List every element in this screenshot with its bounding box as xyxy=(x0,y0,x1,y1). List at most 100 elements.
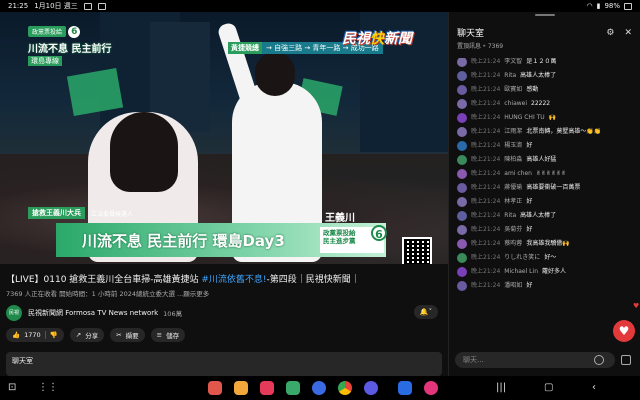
chat-message[interactable]: 晚上21:24 蔡昀蓉 我高雄我驕傲🙌 xyxy=(449,239,640,249)
chat-avatar[interactable] xyxy=(457,183,467,193)
chat-avatar[interactable] xyxy=(457,141,467,151)
chat-replay-box[interactable]: 聊天室 xyxy=(6,352,442,376)
app-drawer-icon[interactable]: ⋮⋮ xyxy=(38,382,58,393)
chat-author[interactable]: chiawei xyxy=(504,100,527,108)
app-icon-folder[interactable] xyxy=(234,381,248,395)
signal-icon: ▮ xyxy=(596,2,601,10)
chat-author[interactable]: 歐寶如 xyxy=(504,86,522,94)
chat-avatar[interactable] xyxy=(457,281,467,291)
app-icon-camera[interactable] xyxy=(260,381,274,395)
chat-subtitle[interactable]: 置頂訊息 ⁍ 7369 xyxy=(457,41,503,50)
live-chat-panel: 聊天室 置頂訊息 ⁍ 7369 ⚙ ✕ 晚上21:24 李文智 是１２０萬 晚上21:… xyxy=(448,12,640,376)
chat-avatar[interactable] xyxy=(457,211,467,221)
recents-icon[interactable]: ||| xyxy=(496,382,506,393)
emoji-icon[interactable] xyxy=(594,355,604,365)
chat-message[interactable]: 晚上21:24 陳柏淼 高雄人好猛 xyxy=(449,155,640,165)
chat-text: 高雄要衝破一百萬票 xyxy=(526,184,581,191)
super-chat-icon[interactable] xyxy=(621,355,631,365)
chat-author[interactable]: 蔡昀蓉 xyxy=(504,240,522,248)
chat-avatar[interactable] xyxy=(457,225,467,235)
chat-text: 🙌 xyxy=(548,114,557,121)
chat-avatar[interactable] xyxy=(457,253,467,263)
chat-author[interactable]: 李文智 xyxy=(504,58,522,66)
chat-message[interactable]: 晚上21:24 江雨潔 北票南轉，莫墅高雄～👏👏 xyxy=(449,127,640,137)
chat-author[interactable]: HUNG CHI TU xyxy=(504,114,544,122)
channel-avatar[interactable]: 民視 xyxy=(6,305,22,321)
chat-avatar[interactable] xyxy=(457,113,467,123)
chat-avatar[interactable] xyxy=(457,155,467,165)
chat-message-list[interactable]: 晚上21:24 李文智 是１２０萬 晚上21:24 Rita 高雄人太棒了 晚上21:24 歐… xyxy=(449,58,640,340)
chat-text: 北票南轉，莫墅高雄～👏👏 xyxy=(526,128,602,135)
chat-message[interactable]: 晚上21:24 Rita 高雄人太棒了 xyxy=(449,71,640,81)
chat-avatar[interactable] xyxy=(457,169,467,179)
app-icon-browser[interactable] xyxy=(364,381,378,395)
screenshot-icon[interactable]: ⊡ xyxy=(8,382,16,393)
youtube-notification-icon xyxy=(97,2,106,10)
chat-avatar[interactable] xyxy=(457,197,467,207)
chat-author[interactable]: 楊玉濟 xyxy=(504,142,522,150)
app-icon-dropbox[interactable] xyxy=(398,381,412,395)
thumbs-down-icon[interactable]: 👎 xyxy=(50,331,58,339)
lt-chip: 搶救王義川大兵 xyxy=(28,207,85,219)
chat-avatar[interactable] xyxy=(457,267,467,277)
chat-author[interactable]: ami chen xyxy=(504,170,532,178)
back-icon[interactable]: ‹ xyxy=(592,382,596,393)
video-title[interactable]: 【LIVE】0110 搶救王義川全台車掃-高雄黃捷站 #川流依舊不息!-第四段｜… xyxy=(6,272,442,285)
chat-message[interactable]: 晚上21:24 李文智 是１２０萬 xyxy=(449,58,640,67)
chat-avatar[interactable] xyxy=(457,58,467,67)
chat-author[interactable]: 陳柏淼 xyxy=(504,156,522,164)
chat-message[interactable]: 晚上21:24 ami chen ✌✌✌✌✌✌ xyxy=(449,169,640,179)
chat-avatar[interactable] xyxy=(457,127,467,137)
chat-message[interactable]: 晚上21:24 りしれき笑に 好～ xyxy=(449,253,640,263)
chat-author[interactable]: Michael Lin xyxy=(504,268,538,276)
chrome-icon[interactable] xyxy=(338,381,352,395)
chat-author[interactable]: 吳菊芬 xyxy=(504,226,522,234)
logo-number: 6 xyxy=(68,26,81,38)
title-text: 【LIVE】0110 搶救王義川全台車掃-高雄黃捷站 xyxy=(6,275,202,285)
chat-avatar[interactable] xyxy=(457,85,467,95)
chat-author[interactable]: 潘昭如 xyxy=(504,282,522,290)
clip-icon: ✂ xyxy=(116,331,122,339)
chat-author[interactable]: Rita xyxy=(504,212,516,220)
chat-author[interactable]: Rita xyxy=(504,72,516,80)
chat-avatar[interactable] xyxy=(457,239,467,249)
chat-message[interactable]: 晚上21:24 chiawei 22222 xyxy=(449,99,640,109)
clip-button[interactable]: ✂ 擷要 xyxy=(110,328,145,342)
save-button[interactable]: ≡ 儲存 xyxy=(150,328,186,342)
heart-reaction-button[interactable]: ♥ xyxy=(613,320,635,342)
app-icon-calendar[interactable] xyxy=(286,381,300,395)
like-dislike-button[interactable]: 👍 1770 👎 xyxy=(6,328,64,342)
chat-message[interactable]: 晚上21:24 Michael Lin 蘿好多人 xyxy=(449,267,640,277)
chat-message[interactable]: 晚上21:24 歐寶如 感動 xyxy=(449,85,640,95)
video-meta[interactable]: 7369 人正在收看 開始時間：1 小時前 2024總統立委大選 ...顯示更多 xyxy=(6,288,209,298)
lt-party-number: 6 xyxy=(371,225,387,241)
chat-message[interactable]: 晚上21:24 吳菊芬好 xyxy=(449,225,640,235)
chat-message[interactable]: 晚上21:24 楊玉濟好 xyxy=(449,141,640,151)
chat-settings-icon[interactable]: ⚙ xyxy=(606,28,614,38)
notification-bell-button[interactable]: 🔔˅ xyxy=(414,305,438,319)
chat-message[interactable]: 晚上21:24 HUNG CHI TU 🙌 xyxy=(449,113,640,123)
chat-text: 高雄人好猛 xyxy=(526,156,557,163)
chat-author[interactable]: りしれき笑に xyxy=(504,254,540,262)
channel-name[interactable]: 民視新聞網 Formosa TV News network xyxy=(28,308,158,318)
chat-message[interactable]: 晚上21:24 Rita 高雄人太棒了 xyxy=(449,211,640,221)
chat-message[interactable]: 晚上21:24 潘昭如好 xyxy=(449,281,640,291)
drag-handle[interactable] xyxy=(535,14,555,16)
close-icon[interactable]: ✕ xyxy=(624,28,632,38)
video-player[interactable]: 政黨票投給 6 川流不息 民主前行 環島專線 黃捷競總 → 自強三路 → 青年一… xyxy=(0,12,448,264)
chat-message[interactable]: 晚上21:24 蔣優瑜 高雄要衝破一百萬票 xyxy=(449,183,640,193)
chat-avatar[interactable] xyxy=(457,71,467,81)
chat-author[interactable]: 蔣優瑜 xyxy=(504,184,522,192)
app-icon-messages[interactable] xyxy=(312,381,326,395)
chat-message[interactable]: 晚上21:24 林孝正好 xyxy=(449,197,640,207)
share-button[interactable]: ↗ 分享 xyxy=(69,328,105,342)
chat-author[interactable]: 林孝正 xyxy=(504,198,522,206)
chat-author[interactable]: 江雨潔 xyxy=(504,128,522,136)
home-icon[interactable]: ▢ xyxy=(544,382,553,393)
app-icon-flower[interactable] xyxy=(424,381,438,395)
save-icon: ≡ xyxy=(156,331,163,339)
app-icon-red[interactable] xyxy=(208,381,222,395)
chat-avatar[interactable] xyxy=(457,99,467,109)
chat-input[interactable]: 聊天... xyxy=(455,352,615,368)
title-hashtag[interactable]: #川流依舊不息! xyxy=(201,275,266,285)
